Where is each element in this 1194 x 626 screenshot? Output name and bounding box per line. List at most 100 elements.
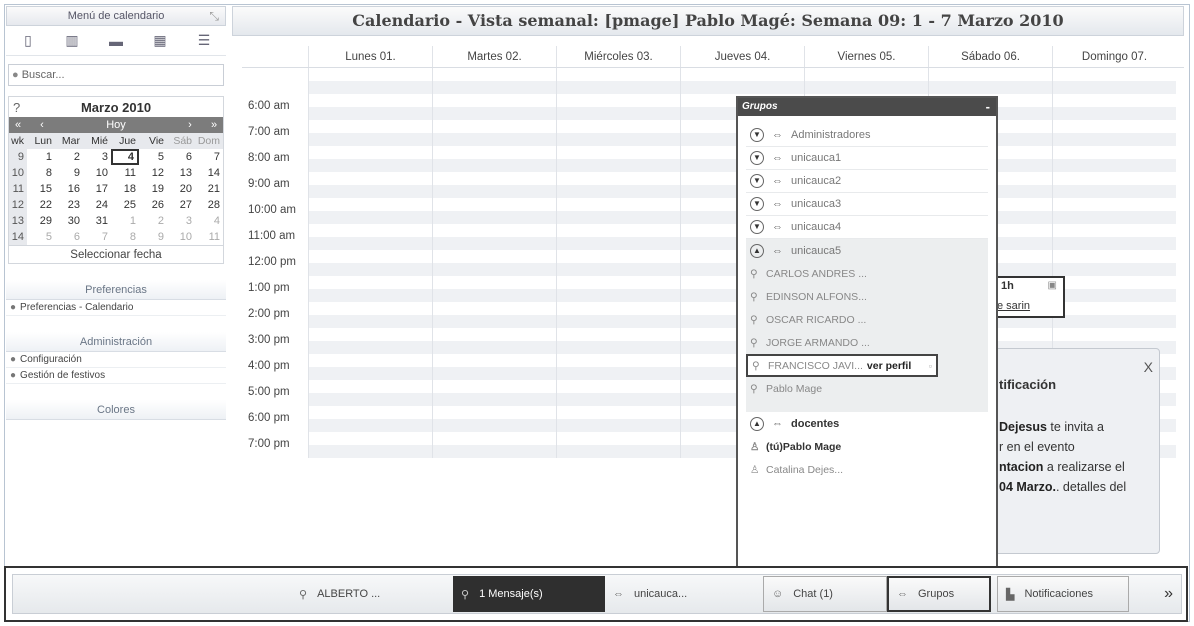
- mini-calendar-day[interactable]: 5: [139, 149, 167, 165]
- mini-calendar-day[interactable]: 25: [111, 197, 139, 213]
- mini-calendar-day[interactable]: 7: [83, 229, 111, 245]
- groups-button[interactable]: ⇔ Grupos: [887, 576, 991, 612]
- close-icon[interactable]: X: [1144, 359, 1153, 375]
- time-slot[interactable]: [432, 393, 556, 406]
- mini-calendar-day[interactable]: 5: [27, 229, 55, 245]
- time-slot[interactable]: [308, 445, 432, 458]
- time-slot[interactable]: [556, 81, 680, 94]
- week-number[interactable]: 10: [9, 165, 27, 181]
- time-slot[interactable]: [432, 81, 556, 94]
- time-slot[interactable]: [432, 328, 556, 341]
- time-slot[interactable]: [432, 120, 556, 133]
- mini-calendar-day[interactable]: 15: [27, 181, 55, 197]
- time-slot[interactable]: [1052, 276, 1176, 289]
- mini-calendar-day[interactable]: 29: [27, 213, 55, 229]
- time-slot[interactable]: [556, 211, 680, 224]
- mini-calendar-day[interactable]: 8: [27, 165, 55, 181]
- time-slot[interactable]: [556, 406, 680, 419]
- time-slot[interactable]: [1052, 289, 1176, 302]
- time-slot[interactable]: [1052, 211, 1176, 224]
- time-slot[interactable]: [556, 302, 680, 315]
- week-number[interactable]: 11: [9, 181, 27, 197]
- expand-icon[interactable]: ▼: [750, 174, 764, 188]
- time-slot[interactable]: [308, 94, 432, 107]
- time-slot[interactable]: [308, 406, 432, 419]
- time-slot[interactable]: [804, 81, 928, 94]
- time-slot[interactable]: [556, 315, 680, 328]
- time-slot[interactable]: [432, 237, 556, 250]
- expand-icon[interactable]: ▼: [750, 151, 764, 165]
- mini-calendar-today[interactable]: 4: [111, 149, 139, 165]
- time-slot[interactable]: [804, 68, 928, 81]
- mini-calendar-day[interactable]: 22: [27, 197, 55, 213]
- mini-calendar-day[interactable]: 1: [27, 149, 55, 165]
- mini-calendar-day[interactable]: 6: [55, 229, 83, 245]
- time-slot[interactable]: [1052, 68, 1176, 81]
- week-number[interactable]: 14: [9, 229, 27, 245]
- time-slot[interactable]: [432, 159, 556, 172]
- time-slot[interactable]: [556, 94, 680, 107]
- member-item-hovered[interactable]: ⚲ FRANCISCO JAVI... ver perfil ▫: [746, 354, 938, 377]
- mini-calendar-day[interactable]: 24: [83, 197, 111, 213]
- time-slot[interactable]: [308, 328, 432, 341]
- mini-calendar-day[interactable]: 20: [167, 181, 195, 197]
- time-slot[interactable]: [432, 107, 556, 120]
- time-slot[interactable]: [308, 302, 432, 315]
- time-slot[interactable]: [308, 276, 432, 289]
- day-header[interactable]: Miércoles 03.: [556, 46, 680, 67]
- event-title[interactable]: e sarin: [997, 300, 1030, 312]
- time-slot[interactable]: [308, 146, 432, 159]
- time-slot[interactable]: [1052, 172, 1176, 185]
- time-slot[interactable]: [556, 393, 680, 406]
- mini-calendar-day[interactable]: 12: [139, 165, 167, 181]
- mini-calendar-day[interactable]: 3: [167, 213, 195, 229]
- time-slot[interactable]: [556, 198, 680, 211]
- time-slot[interactable]: [1052, 328, 1176, 341]
- expand-icon[interactable]: ▼: [750, 220, 764, 234]
- prev-year-button[interactable]: «: [9, 119, 27, 131]
- member-item[interactable]: ⚲ OSCAR RICARDO ...: [746, 308, 988, 331]
- member-item[interactable]: ♙ Catalina Dejes...: [746, 458, 988, 481]
- time-slot[interactable]: [1052, 81, 1176, 94]
- time-slot[interactable]: [556, 133, 680, 146]
- help-icon[interactable]: ?: [9, 100, 33, 115]
- prev-month-button[interactable]: ‹: [27, 119, 57, 131]
- time-slot[interactable]: [1052, 185, 1176, 198]
- time-slot[interactable]: [308, 263, 432, 276]
- mini-calendar-day[interactable]: 31: [83, 213, 111, 229]
- mini-calendar-day[interactable]: 6: [167, 149, 195, 165]
- messages-tab[interactable]: ⚲ 1 Mensaje(s): [453, 576, 605, 612]
- day-view-icon[interactable]: ▯: [17, 31, 39, 51]
- time-slot[interactable]: [308, 159, 432, 172]
- time-slot[interactable]: [432, 276, 556, 289]
- configuration-link[interactable]: ● Configuración: [6, 352, 226, 368]
- time-slot[interactable]: [556, 146, 680, 159]
- time-slot[interactable]: [928, 81, 1052, 94]
- mini-calendar-day[interactable]: 10: [167, 229, 195, 245]
- month-view-icon[interactable]: ▬: [105, 31, 127, 51]
- time-slot[interactable]: [432, 172, 556, 185]
- time-slot[interactable]: [1052, 315, 1176, 328]
- time-slot[interactable]: [556, 172, 680, 185]
- time-slot[interactable]: [432, 380, 556, 393]
- time-slot[interactable]: [1052, 94, 1176, 107]
- time-slot[interactable]: [556, 107, 680, 120]
- group-item[interactable]: ▲ ⇔ docentes: [746, 412, 988, 435]
- member-item[interactable]: ♙ (tú)Pablo Mage: [746, 435, 988, 458]
- week-number[interactable]: 9: [9, 149, 27, 165]
- time-slot[interactable]: [432, 367, 556, 380]
- time-slot[interactable]: [556, 250, 680, 263]
- group-item[interactable]: ▼ ⇔ unicauca4: [746, 216, 988, 239]
- time-slot[interactable]: [432, 146, 556, 159]
- group-chat-tab[interactable]: ⇔ unicauca...: [605, 576, 763, 612]
- year-view-icon[interactable]: ▦: [149, 31, 171, 51]
- mini-calendar-day[interactable]: 11: [111, 165, 139, 181]
- day-header[interactable]: Martes 02.: [432, 46, 556, 67]
- time-slot[interactable]: [432, 432, 556, 445]
- collapse-group-icon[interactable]: ▲: [750, 416, 764, 431]
- preferences-calendar-link[interactable]: ● Preferencias - Calendario: [6, 300, 226, 316]
- group-item[interactable]: ▼ ⇔ unicauca1: [746, 147, 988, 170]
- mini-calendar-day[interactable]: 13: [167, 165, 195, 181]
- today-button[interactable]: Hoy: [57, 119, 175, 131]
- mini-calendar-day[interactable]: 4: [195, 213, 223, 229]
